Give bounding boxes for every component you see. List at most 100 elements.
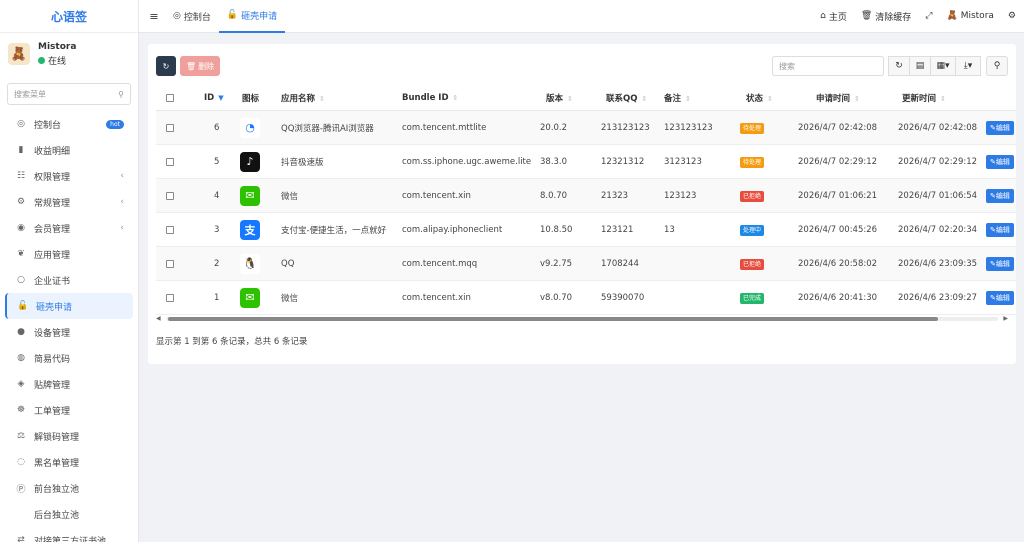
checkbox-box[interactable] [166,123,174,132]
menu-toggle-icon[interactable]: ≡ [143,10,165,23]
tab-0[interactable]: ◎ 控制台 [165,0,219,33]
toggle-view-button[interactable]: ▤ [909,56,931,76]
sidebar-item-11[interactable]: ☸ 工单管理 [0,397,138,423]
edit-button[interactable]: ✎编辑 [986,154,1014,169]
cell-note: 3123123 [664,156,702,167]
sort-icon[interactable]: ⇕ [567,95,573,103]
settings-button[interactable]: ⚙ [1008,11,1016,21]
sidebar-item-16[interactable]: ⇄ 对接第三方证书池 [0,527,138,542]
sort-icon[interactable]: ⇕ [453,94,459,102]
sort-icon[interactable]: ⇕ [940,95,946,103]
user-menu[interactable]: 🧸 Mistora [946,11,993,21]
scroll-left-icon[interactable]: ◀ [156,315,161,322]
table-row[interactable]: 4 ✉ 微信 com.tencent.xin 8.0.70 21323 123123 已拒绝 2… [156,179,1016,213]
column-header[interactable]: 更新时间 ⇕ [902,92,946,104]
scroll-right-icon[interactable]: ▶ [1003,315,1008,322]
row-checkbox[interactable] [166,191,174,200]
sidebar-item-5[interactable]: ❦ 应用管理 [0,241,138,267]
checkbox-box[interactable] [166,293,174,302]
sort-icon[interactable]: ⇕ [685,95,691,103]
sidebar-item-label: 对接第三方证书池 [34,536,107,542]
horizontal-scrollbar[interactable]: ◀ ▶ [156,315,1008,323]
sidebar-item-6[interactable]: ○ 企业证书 [0,267,138,293]
sort-icon[interactable]: ⇕ [641,95,647,103]
scroll-thumb[interactable] [168,317,938,321]
sidebar-item-13[interactable]: ◌ 黑名单管理 [0,449,138,475]
cell-status: 已拒绝 [740,258,765,270]
sidebar-item-15[interactable]: 后台独立池 [0,501,138,527]
column-header[interactable]: 版本 ⇕ [546,92,573,104]
table-row[interactable]: 1 ✉ 微信 com.tencent.xin v8.0.70 59390070 已完成 202… [156,281,1016,315]
sidebar-item-10[interactable]: ◈ 贴牌管理 [0,371,138,397]
sidebar-item-1[interactable]: ▮ 收益明细 [0,137,138,163]
row-checkbox[interactable] [166,259,174,268]
checkbox-box[interactable] [166,157,174,166]
edit-button-label[interactable]: ✎编辑 [986,188,1014,203]
edit-button-label[interactable]: ✎编辑 [986,222,1014,237]
table-row[interactable]: 5 ♪ 抖音极速版 com.ss.iphone.ugc.aweme.lite 38.3.… [156,145,1016,179]
column-header[interactable]: 备注 ⇕ [664,92,691,104]
table-row[interactable]: 2 🐧 QQ com.tencent.mqq v9.2.75 1708244 已拒绝 2026… [156,247,1016,281]
column-header[interactable]: 状态 ⇕ [746,92,773,104]
column-header[interactable]: Bundle ID ⇕ [402,93,458,103]
row-checkbox[interactable] [166,123,174,132]
row-checkbox[interactable] [166,293,174,302]
select-all-checkbox[interactable] [166,93,174,102]
edit-button[interactable]: ✎编辑 [986,120,1014,135]
home-link[interactable]: ⌂ 主页 [820,10,847,23]
sidebar-item-3[interactable]: ⚙ 常规管理 ‹ [0,189,138,215]
checkbox-box[interactable] [166,191,174,200]
sidebar-item-7[interactable]: 🔓 砸壳申请 [5,293,133,319]
fullscreen-button[interactable]: ⤢ [925,11,932,21]
sidebar-item-8[interactable]: ● 设备管理 [0,319,138,345]
table-row[interactable]: 6 ◔ QQ浏览器-腾讯AI浏览器 com.tencent.mttlite 20.0.2… [156,111,1016,145]
row-checkbox[interactable] [166,225,174,234]
column-header[interactable]: 联系QQ ⇕ [606,92,647,104]
table-row[interactable]: 3 支 支付宝-便捷生活，一点就好 com.alipay.iphoneclient 10… [156,213,1016,247]
checkbox-box[interactable] [166,225,174,234]
edit-button-label[interactable]: ✎编辑 [986,154,1014,169]
cell-bundle-id: com.tencent.xin [402,292,471,303]
menu-search-input[interactable]: 搜索菜单 ⚲ [7,83,131,105]
sort-icon[interactable]: ⇕ [854,95,860,103]
column-header-label: 备注 [664,93,682,104]
tab-1[interactable]: 🔓 砸壳申请 [218,0,286,33]
sort-desc-icon[interactable]: ▼ [218,94,223,102]
brand-logo[interactable]: 心语签 [0,0,138,33]
advanced-search-button[interactable]: ⚲ [986,56,1008,76]
column-header[interactable]: 应用名称 ⇕ [281,92,325,104]
cell-version: 10.8.50 [540,224,573,235]
columns-button[interactable]: ▦▾ [930,56,956,76]
clear-cache-button[interactable]: 🗑 清除缓存 [861,10,911,23]
refresh-button[interactable]: ↻ [156,56,176,76]
cell-app-name: QQ [281,258,295,269]
sort-icon[interactable]: ⇕ [767,95,773,103]
sidebar-item-4[interactable]: ◉ 会员管理 ‹ [0,215,138,241]
edit-button[interactable]: ✎编辑 [986,222,1014,237]
edit-button[interactable]: ✎编辑 [986,256,1014,271]
refresh-table-button[interactable]: ↻ [888,56,910,76]
edit-button-label[interactable]: ✎编辑 [986,256,1014,271]
cell-update-time: 2026/4/7 02:29:12 [898,156,978,167]
delete-button[interactable]: 🗑 删除 [180,56,221,76]
column-header[interactable]: ID ▼ [204,93,224,103]
sidebar-item-0[interactable]: ◎ 控制台 hot [0,111,138,137]
column-header[interactable]: 申请时间 ⇕ [816,92,860,104]
sidebar-item-12[interactable]: ⚖ 解锁码管理 [0,423,138,449]
table-search-input[interactable]: 搜索 [772,56,884,76]
edit-button[interactable]: ✎编辑 [986,290,1014,305]
edit-button-label[interactable]: ✎编辑 [986,290,1014,305]
column-header[interactable]: 图标 [242,92,259,104]
checkbox-box[interactable] [166,93,174,102]
sort-icon[interactable]: ⇕ [319,95,325,103]
sidebar-item-14[interactable]: Ⓟ 前台独立池 [0,475,138,501]
edit-button-label[interactable]: ✎编辑 [986,120,1014,135]
row-checkbox[interactable] [166,157,174,166]
checkbox-box[interactable] [166,259,174,268]
edit-button[interactable]: ✎编辑 [986,188,1014,203]
topbar: ≡ ◎ 控制台 🔓 砸壳申请 ⌂ 主页 🗑 清除缓存 ⤢ 🧸 Mistora ⚙ [139,0,1024,33]
sidebar-item-2[interactable]: ☷ 权限管理 ‹ [0,163,138,189]
export-button[interactable]: ⤓▾ [955,56,981,76]
cell-bundle-id: com.alipay.iphoneclient [402,224,503,235]
sidebar-item-9[interactable]: ◍ 简易代码 [0,345,138,371]
